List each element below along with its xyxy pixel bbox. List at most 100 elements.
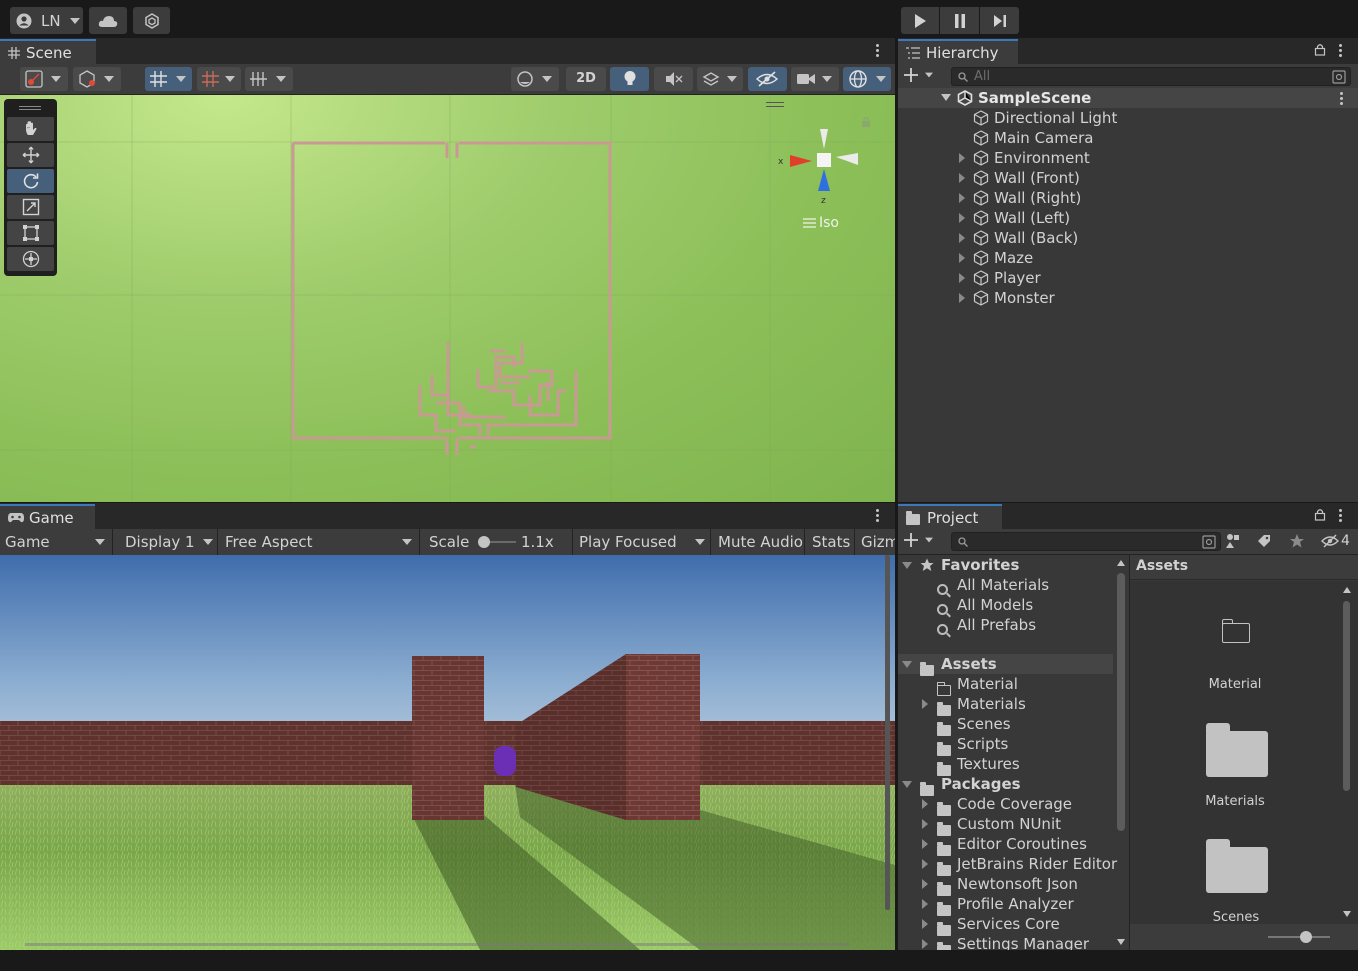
hierarchy-search-input[interactable]: All: [951, 67, 1351, 86]
package-item[interactable]: Editor Coroutines: [898, 834, 1113, 856]
increment-snap-dropdown[interactable]: [197, 67, 241, 91]
hierarchy-item[interactable]: Maze: [898, 248, 1358, 268]
projection-toggle[interactable]: Iso: [803, 215, 839, 231]
tab-scene[interactable]: Scene: [0, 39, 96, 64]
expand-arrow-icon[interactable]: [902, 661, 912, 668]
folder-icon[interactable]: [1206, 839, 1268, 893]
lock-icon[interactable]: [1314, 43, 1326, 56]
folder-icon[interactable]: [1206, 723, 1268, 777]
cloud-button[interactable]: [89, 7, 127, 34]
icon-size-slider[interactable]: [1268, 936, 1330, 938]
icon-size-slider-thumb[interactable]: [1300, 931, 1312, 943]
package-item[interactable]: Custom NUnit: [898, 814, 1113, 836]
expand-arrow-icon[interactable]: [922, 879, 928, 889]
package-item[interactable]: Newtonsoft Json: [898, 874, 1113, 896]
grid-snapping-dropdown[interactable]: [145, 67, 192, 91]
hierarchy-item[interactable]: Directional Light: [898, 108, 1358, 128]
package-item[interactable]: JetBrains Rider Editor: [898, 854, 1117, 876]
gizmo-drag-handle[interactable]: [766, 102, 784, 103]
search-by-type-icon[interactable]: [1225, 533, 1241, 549]
scene-visibility-toggle[interactable]: [748, 67, 787, 91]
tree-scrollbar[interactable]: [1117, 573, 1125, 831]
hierarchy-item[interactable]: Wall (Back): [898, 228, 1358, 248]
favorite-star-icon[interactable]: [1289, 533, 1305, 549]
expand-arrow-icon[interactable]: [959, 253, 965, 263]
game-scrollbar-vertical[interactable]: [885, 555, 890, 910]
collab-button[interactable]: [133, 7, 170, 34]
game-view-dropdown[interactable]: Game: [0, 529, 113, 555]
rotate-tool-button[interactable]: [7, 169, 54, 193]
effects-dropdown[interactable]: [697, 67, 743, 91]
gizmos-toggle[interactable]: Gizm: [856, 529, 895, 555]
scene-view[interactable]: x z Iso: [0, 95, 895, 502]
transform-tool-button[interactable]: [7, 247, 54, 271]
shading-dropdown[interactable]: [511, 67, 559, 91]
create-dropdown[interactable]: [904, 68, 934, 82]
expand-arrow-icon[interactable]: [922, 699, 928, 709]
pause-button[interactable]: [940, 7, 979, 34]
search-options-icon[interactable]: [1332, 70, 1346, 84]
breadcrumb-assets[interactable]: Assets: [1136, 558, 1188, 574]
expand-arrow-icon[interactable]: [922, 819, 928, 829]
asset-folder-item[interactable]: Materials: [898, 694, 1113, 716]
play-mode-dropdown[interactable]: Play Focused: [574, 529, 711, 555]
expand-arrow-icon[interactable]: [959, 233, 965, 243]
step-button[interactable]: [980, 7, 1019, 34]
asset-folder-item[interactable]: Scenes: [898, 714, 1113, 736]
package-item[interactable]: Settings Manager: [898, 934, 1113, 950]
move-tool-button[interactable]: [7, 143, 54, 167]
lock-icon[interactable]: [1314, 508, 1326, 521]
scroll-down-icon[interactable]: [1117, 939, 1125, 945]
hierarchy-item[interactable]: Environment: [898, 148, 1358, 168]
favorite-item[interactable]: All Prefabs: [898, 615, 1113, 635]
expand-arrow-icon[interactable]: [959, 173, 965, 183]
favorites-header[interactable]: Favorites: [898, 555, 1113, 575]
expand-arrow-icon[interactable]: [959, 193, 965, 203]
asset-folder-item[interactable]: Scripts: [898, 734, 1113, 756]
lighting-toggle-button[interactable]: [610, 67, 649, 91]
expand-arrow-icon[interactable]: [922, 919, 928, 929]
camera-settings-dropdown[interactable]: [791, 67, 839, 91]
create-asset-dropdown[interactable]: [904, 533, 934, 547]
grid-visibility-dropdown[interactable]: [245, 67, 293, 91]
project-menu-icon[interactable]: [1339, 509, 1343, 524]
tab-hierarchy[interactable]: Hierarchy: [898, 39, 1018, 64]
hierarchy-item[interactable]: Wall (Front): [898, 168, 1358, 188]
expand-arrow-icon[interactable]: [959, 213, 965, 223]
expand-arrow-icon[interactable]: [959, 153, 965, 163]
favorite-item[interactable]: All Materials: [898, 575, 1113, 595]
expand-arrow-icon[interactable]: [941, 94, 951, 101]
expand-arrow-icon[interactable]: [959, 273, 965, 283]
hierarchy-item[interactable]: Wall (Left): [898, 208, 1358, 228]
package-item[interactable]: Code Coverage: [898, 794, 1113, 816]
scale-tool-button[interactable]: [7, 195, 54, 219]
scene-menu-icon[interactable]: [1340, 92, 1344, 107]
label-tag-icon[interactable]: [1256, 533, 1272, 549]
asset-folder-item[interactable]: Material: [898, 674, 1113, 696]
hidden-packages-toggle[interactable]: 4: [1321, 533, 1350, 549]
rect-tool-button[interactable]: [7, 221, 54, 245]
account-dropdown[interactable]: LN: [10, 7, 83, 34]
search-options-icon[interactable]: [1202, 535, 1216, 549]
expand-arrow-icon[interactable]: [902, 781, 912, 788]
game-menu-icon[interactable]: [876, 509, 880, 524]
audio-toggle-button[interactable]: [654, 67, 693, 91]
scale-slider[interactable]: Scale 1.1x: [424, 529, 573, 555]
expand-arrow-icon[interactable]: [922, 939, 928, 949]
tab-game[interactable]: Game: [0, 504, 95, 529]
play-button[interactable]: [901, 7, 939, 34]
expand-arrow-icon[interactable]: [959, 293, 965, 303]
hierarchy-item[interactable]: Monster: [898, 288, 1358, 308]
mute-audio-toggle[interactable]: Mute Audio: [713, 529, 805, 555]
hierarchy-menu-icon[interactable]: [1339, 44, 1343, 59]
gizmos-dropdown[interactable]: [843, 67, 891, 91]
scroll-down-icon[interactable]: [1343, 911, 1351, 917]
packages-header[interactable]: Packages: [898, 774, 1113, 796]
hierarchy-item[interactable]: Player: [898, 268, 1358, 288]
draw-mode-dropdown[interactable]: [20, 67, 68, 91]
favorite-item[interactable]: All Models: [898, 595, 1113, 615]
game-view[interactable]: [0, 555, 895, 950]
hierarchy-item[interactable]: Wall (Right): [898, 188, 1358, 208]
scene-menu-icon[interactable]: [876, 44, 880, 59]
expand-arrow-icon[interactable]: [922, 839, 928, 849]
